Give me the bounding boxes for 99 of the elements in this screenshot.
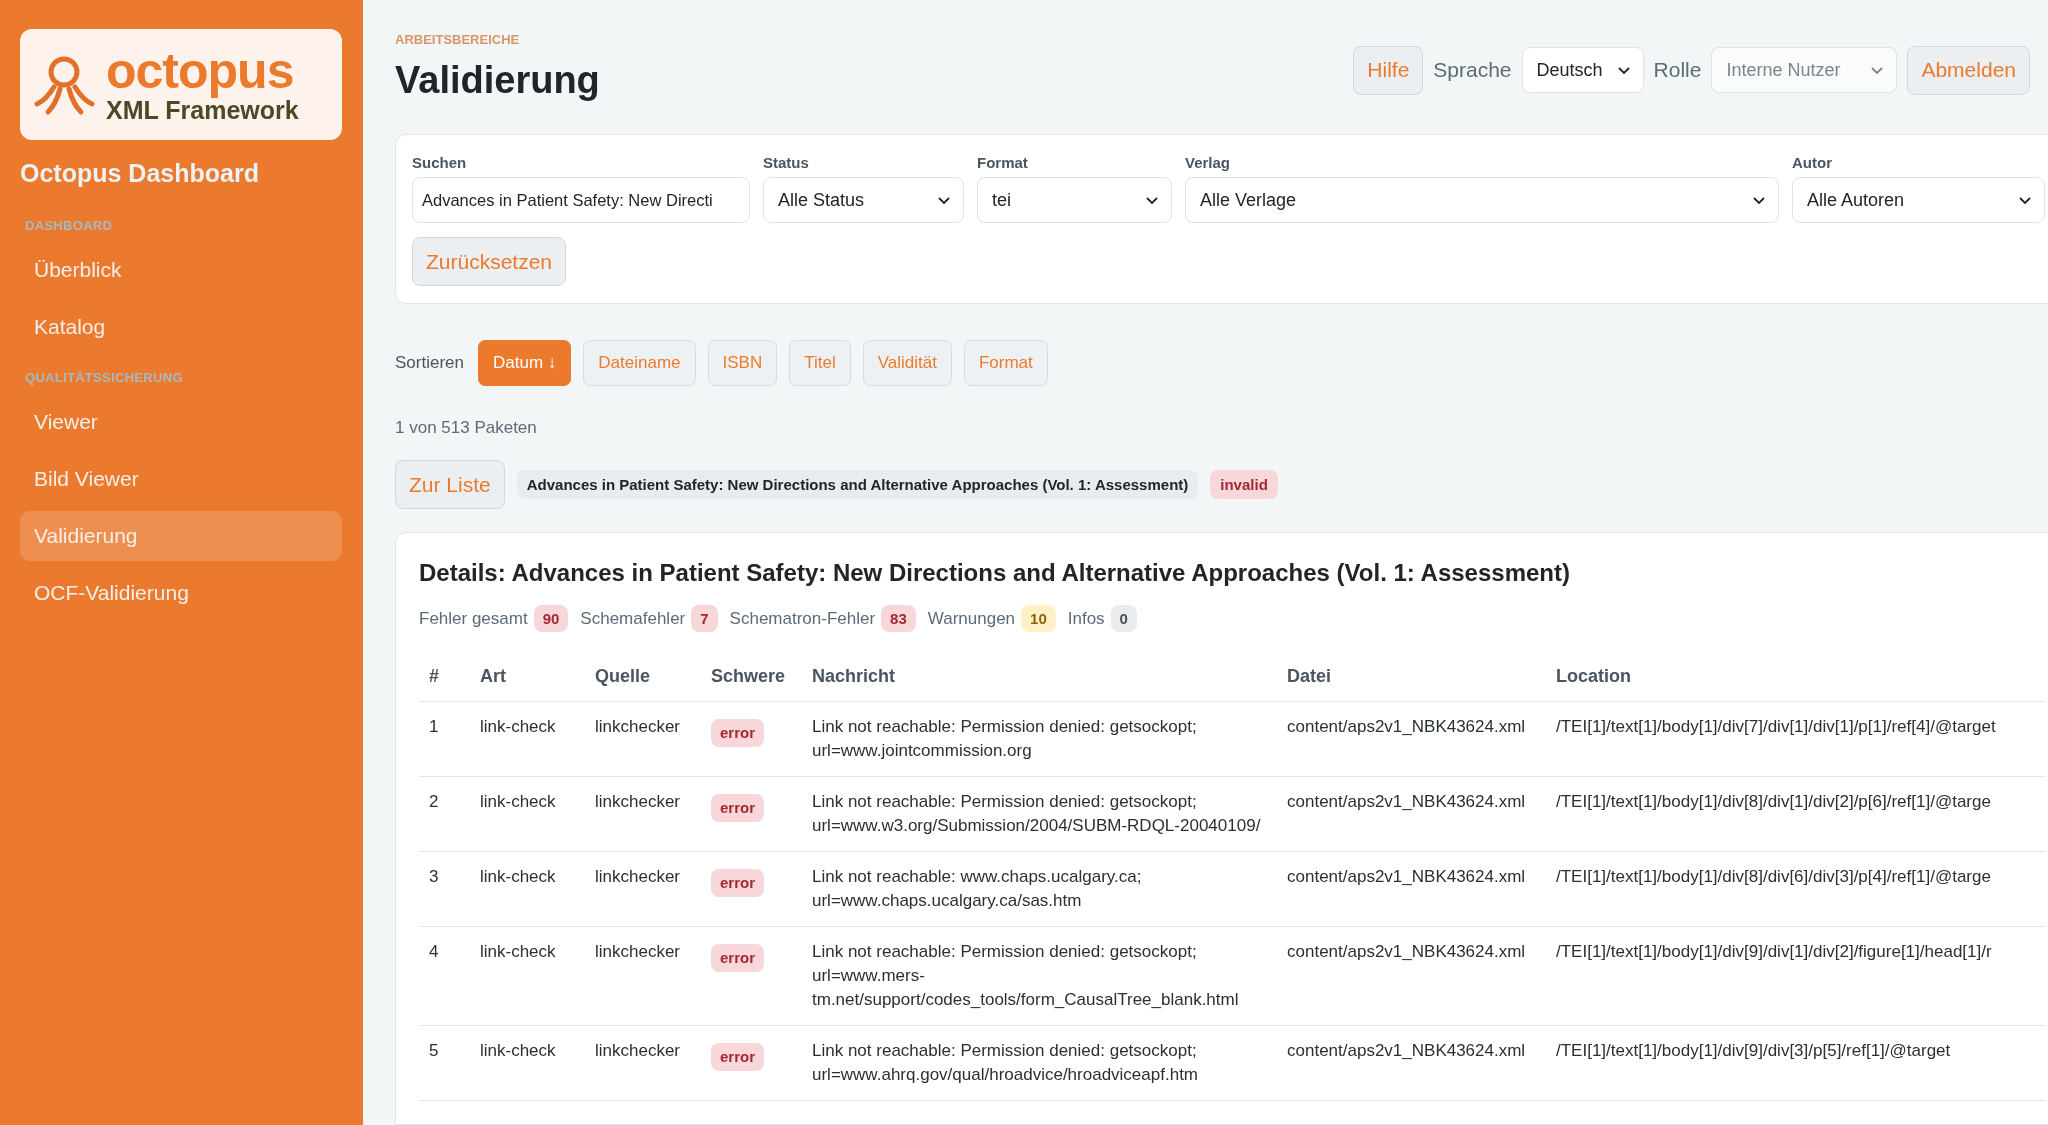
stat-count: 0 xyxy=(1110,605,1137,632)
severity-badge: error xyxy=(711,719,765,747)
severity-badge: error xyxy=(711,794,765,822)
result-count: 1 von 513 Paketen xyxy=(395,418,538,438)
row-number: 3 xyxy=(429,867,439,886)
sort-button[interactable]: Format xyxy=(963,340,1048,386)
severity-badge: error xyxy=(711,944,765,972)
filter-select[interactable]: Alle Verlage xyxy=(1185,177,1779,223)
table-cell: link-check xyxy=(480,942,556,961)
message-cell: Link not reachable: www.chaps.ucalgary.ca; url=www.chaps.ucalgary.ca/sas.htm xyxy=(812,867,1142,910)
location-cell: /TEI[1]/text[1]/body[1]/div[8]/div[6]/div[3]/p[4]/ref[1]/@targe xyxy=(1556,867,1991,886)
sort-button[interactable]: ISBN xyxy=(707,340,778,386)
logout-button[interactable]: Abmelden xyxy=(1907,45,2030,95)
column-header: Quelle xyxy=(585,652,701,702)
message-cell: Link not reachable: Permission denied: getsockopt; url=www.jointcommission.org xyxy=(812,717,1197,760)
row-number: 2 xyxy=(429,792,439,811)
sort-label: Sortieren xyxy=(395,353,464,373)
field-label: Autor xyxy=(1792,153,1833,173)
stat-count: 90 xyxy=(533,605,569,632)
table-cell: link-check xyxy=(480,867,556,886)
caret-icon xyxy=(1870,64,1885,76)
table-cell: content/aps2v1_NBK43624.xml xyxy=(1287,867,1526,886)
location-cell: /TEI[1]/text[1]/body[1]/div[7]/div[1]/div[1]/p[1]/ref[4]/@target xyxy=(1556,717,1996,736)
row-number: 5 xyxy=(429,1041,439,1060)
dashboard-title: Octopus Dashboard xyxy=(20,158,260,188)
field-label: Format xyxy=(977,153,1029,173)
table-cell: linkchecker xyxy=(595,792,681,811)
caret-icon xyxy=(1145,194,1159,206)
filter-select[interactable]: Alle Status xyxy=(763,177,964,223)
table-cell: linkchecker xyxy=(595,1041,681,1060)
table-cell: linkchecker xyxy=(595,717,681,736)
sort-button[interactable]: Titel xyxy=(789,340,851,386)
table-cell: link-check xyxy=(480,1041,556,1060)
caret-icon xyxy=(1752,194,1766,206)
location-cell: /TEI[1]/text[1]/body[1]/div[8]/div[1]/div[2]/p[6]/ref[1]/@targe xyxy=(1556,792,1991,811)
caret-icon xyxy=(1616,64,1631,76)
nav-item[interactable]: Überblick xyxy=(20,245,342,295)
column-header: Datei xyxy=(1277,652,1546,702)
filter-select[interactable]: Alle Autoren xyxy=(1792,177,2045,223)
table-cell: linkchecker xyxy=(595,942,681,961)
nav-item[interactable]: Katalog xyxy=(20,302,342,352)
section-heading: DASHBOARD xyxy=(24,218,114,234)
field-label: Verlag xyxy=(1185,153,1232,173)
nav-item[interactable]: Bild Viewer xyxy=(20,454,342,504)
column-header: # xyxy=(419,652,470,702)
table-cell: content/aps2v1_NBK43624.xml xyxy=(1287,717,1526,736)
sort-button[interactable]: Validität xyxy=(862,340,952,386)
row-number: 4 xyxy=(429,942,439,961)
logo-name: octopus xyxy=(106,46,295,96)
table-cell: content/aps2v1_NBK43624.xml xyxy=(1287,792,1526,811)
reset-button[interactable]: Zurücksetzen xyxy=(412,237,567,286)
column-header: Schwere xyxy=(701,652,802,702)
severity-badge: error xyxy=(711,1043,765,1071)
nav-item[interactable]: Validierung xyxy=(20,511,342,561)
filter-select[interactable]: tei xyxy=(977,177,1172,223)
stat-label: Schemafehler xyxy=(580,608,686,629)
table-cell: content/aps2v1_NBK43624.xml xyxy=(1287,942,1526,961)
location-cell: /TEI[1]/text[1]/body[1]/div[9]/div[1]/div[2]/figure[1]/head[1]/r xyxy=(1556,942,1992,961)
back-button[interactable]: Zur Liste xyxy=(395,460,505,509)
table-cell: linkchecker xyxy=(595,867,681,886)
language-label: Sprache xyxy=(1433,58,1512,82)
package-title: Advances in Patient Safety: New Directions and Alternative Approaches (Vol. 1: Assessment) xyxy=(516,470,1199,499)
logo-subtitle: XML Framework xyxy=(106,98,299,123)
table-cell: link-check xyxy=(480,717,556,736)
location-cell: /TEI[1]/text[1]/body[1]/div[9]/div[3]/p[5]/ref[1]/@target xyxy=(1556,1041,1951,1060)
table-cell: content/aps2v1_NBK43624.xml xyxy=(1287,1041,1526,1060)
search-field[interactable]: Advances in Patient Safety: New Directi xyxy=(412,177,750,223)
status-badge: invalid xyxy=(1210,470,1278,499)
section-eyebrow: ARBEITSBEREICHE xyxy=(395,32,521,48)
column-header: Nachricht xyxy=(802,652,1277,702)
sort-button[interactable]: Dateiname xyxy=(583,340,696,386)
message-cell: Link not reachable: Permission denied: getsockopt; url=www.ahrq.gov/qual/hroadvice/hroadviceapf.htm xyxy=(812,1041,1199,1084)
message-cell: Link not reachable: Permission denied: getsockopt; url=www.mers-tm.net/support/codes_tools/form_CausalTree_blank.html xyxy=(812,942,1239,1009)
caret-icon xyxy=(937,194,951,206)
field-label: Status xyxy=(763,153,810,173)
language-select[interactable]: Deutsch xyxy=(1521,47,1644,93)
help-button[interactable]: Hilfe xyxy=(1353,45,1424,95)
column-header: Location xyxy=(1546,652,2046,702)
stat-count: 83 xyxy=(881,605,916,632)
stat-label: Fehler gesamt xyxy=(419,608,528,629)
details-title: Details: Advances in Patient Safety: New Directions and Alternative Approaches (Vol. 1: Assessment) xyxy=(419,558,1571,588)
severity-badge: error xyxy=(711,869,765,897)
nav-item[interactable]: Viewer xyxy=(20,397,342,447)
section-heading: QUALITÄTSSICHERUNG xyxy=(24,370,184,386)
message-cell: Link not reachable: Permission denied: getsockopt; url=www.w3.org/Submission/2004/SUBM-RDQL-20040109/ xyxy=(812,792,1261,835)
role-label: Rolle xyxy=(1653,58,1702,82)
stat-label: Schematron-Fehler xyxy=(729,608,876,629)
stat-count: 10 xyxy=(1021,605,1056,632)
field-label: Suchen xyxy=(412,153,468,173)
caret-icon xyxy=(2018,194,2032,206)
page-title: Validierung xyxy=(395,58,600,103)
stat-label: Warnungen xyxy=(927,608,1016,629)
sort-button[interactable]: Datum ↓ xyxy=(478,340,572,386)
column-header: Art xyxy=(470,652,585,702)
nav-item[interactable]: OCF-Validierung xyxy=(20,568,342,618)
table-cell: link-check xyxy=(480,792,556,811)
stat-count: 7 xyxy=(691,605,718,632)
stat-label: Infos xyxy=(1067,608,1105,629)
row-number: 1 xyxy=(429,717,439,736)
